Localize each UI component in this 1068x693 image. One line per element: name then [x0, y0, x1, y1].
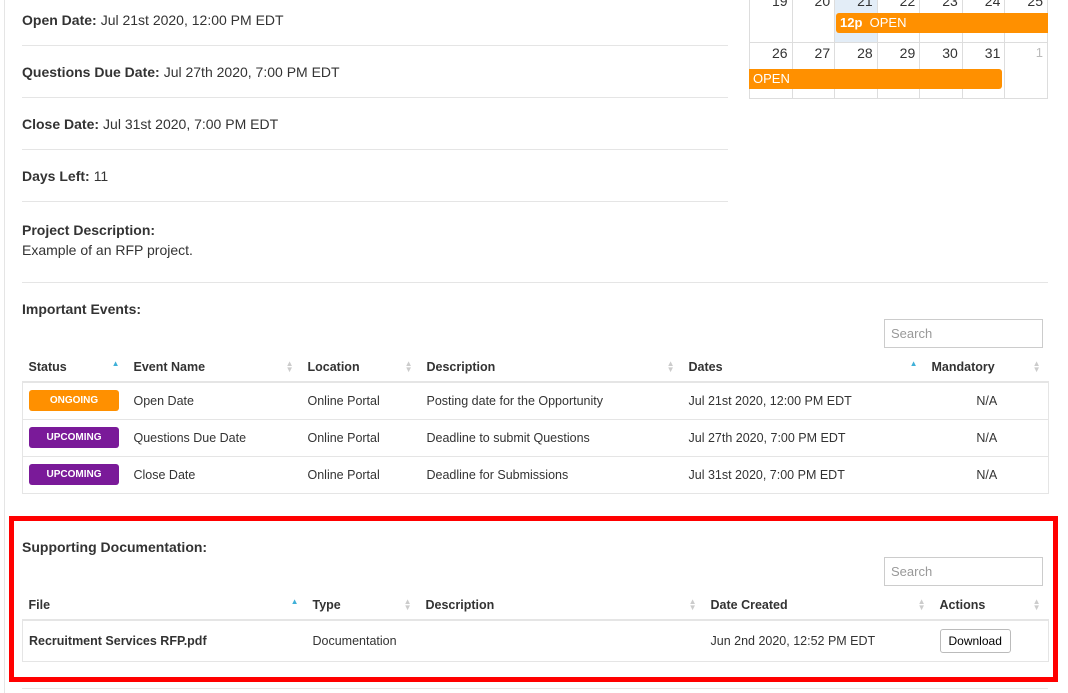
- doc-description: [419, 619, 705, 662]
- col-file[interactable]: File ▲: [22, 590, 307, 621]
- divider: [22, 688, 1048, 689]
- docs-table: File ▲ Type ▲ ▼ Description ▲ ▼ Date Created ▲…: [22, 590, 1049, 662]
- header-label: Location: [307, 359, 360, 374]
- close-date: Close Date: Jul 31st 2020, 7:00 PM EDT: [22, 98, 728, 150]
- questions-due-date: Questions Due Date: Jul 27th 2020, 7:00 P…: [22, 46, 728, 98]
- open-date: Open Date: Jul 21st 2020, 12:00 PM EDT: [22, 0, 728, 46]
- day[interactable]: 20: [791, 0, 836, 43]
- table-row: UPCOMING Close Date Online Portal Deadline …: [22, 455, 1049, 494]
- calendar-event[interactable]: OPEN: [749, 69, 1002, 89]
- mandatory: N/A: [925, 418, 1049, 456]
- status-badge: ONGOING: [29, 390, 119, 412]
- event-name: Open Date: [127, 381, 302, 419]
- project-info: Open Date: Jul 21st 2020, 12:00 PM EDT Qu…: [22, 0, 728, 202]
- col-dates[interactable]: Dates ▲: [682, 352, 926, 383]
- header-label: Mandatory: [931, 359, 995, 374]
- col-date-created[interactable]: Date Created ▲ ▼: [704, 590, 934, 621]
- value: Example of an RFP project.: [22, 242, 193, 258]
- date-created: Jun 2nd 2020, 12:52 PM EDT: [704, 619, 934, 662]
- events-search-input[interactable]: Search: [884, 319, 1043, 348]
- event-title: OPEN: [869, 15, 907, 30]
- sort-icon: ▲ ▼: [1032, 597, 1041, 612]
- location: Online Portal: [301, 455, 421, 494]
- sort-icon: ▲ ▼: [917, 597, 926, 612]
- sort-asc-icon: ▲: [290, 597, 299, 606]
- docs-title: Supporting Documentation:: [22, 539, 208, 555]
- label: Project Description:: [22, 222, 156, 238]
- project-description: Project Description: Example of an RFP p…: [22, 220, 193, 260]
- sort-icon: ▲ ▼: [404, 359, 413, 374]
- event-description: Deadline for Submissions: [420, 455, 683, 494]
- label: Questions Due Date:: [22, 63, 160, 80]
- table-row: UPCOMING Questions Due Date Online Portal D…: [22, 418, 1049, 456]
- col-actions[interactable]: Actions ▲ ▼: [933, 590, 1049, 621]
- sort-icon: ▲ ▼: [1032, 359, 1041, 374]
- location: Online Portal: [301, 381, 421, 419]
- events-title: Important Events:: [22, 301, 142, 317]
- event-description: Deadline to submit Questions: [420, 418, 683, 456]
- table-row: ONGOING Open Date Online Portal Posting dat…: [22, 381, 1049, 419]
- events-table: Status ▲ Event Name ▲ ▼ Location ▲ ▼ Descript…: [22, 352, 1049, 494]
- col-status[interactable]: Status ▲: [22, 352, 128, 383]
- sort-asc-icon: ▲: [909, 359, 918, 368]
- table-row: Recruitment Services RFP.pdf Documentati…: [22, 619, 1049, 662]
- label: Days Left:: [22, 167, 90, 184]
- file-name[interactable]: Recruitment Services RFP.pdf: [22, 619, 307, 662]
- col-event-name[interactable]: Event Name ▲ ▼: [127, 352, 302, 383]
- header-label: Type: [312, 597, 341, 612]
- doc-type: Documentation: [306, 619, 420, 662]
- header-label: File: [28, 597, 51, 612]
- sort-icon: ▲ ▼: [666, 359, 675, 374]
- download-button[interactable]: Download: [939, 628, 1011, 653]
- mandatory: N/A: [925, 381, 1049, 419]
- header-label: Date Created: [710, 597, 788, 612]
- status-cell: ONGOING: [22, 381, 128, 419]
- docs-search-input[interactable]: Search: [884, 557, 1043, 586]
- event-name: Questions Due Date: [127, 418, 302, 456]
- event-dates: Jul 31st 2020, 7:00 PM EDT: [682, 455, 926, 494]
- calendar-event[interactable]: 12p OPEN: [836, 13, 1048, 33]
- status-cell: UPCOMING: [22, 455, 128, 494]
- day-other-month[interactable]: 1: [1004, 42, 1048, 99]
- sort-icon: ▲ ▼: [403, 597, 412, 612]
- value: Jul 27th 2020, 7:00 PM EDT: [163, 63, 340, 80]
- event-time: 12p: [840, 15, 863, 30]
- calendar: 19 20 21 22 23 24 25 26 27 28 29 30 31 1…: [749, 0, 1048, 99]
- day[interactable]: 19: [749, 0, 793, 43]
- value: 11: [93, 167, 109, 184]
- header-label: Status: [28, 359, 67, 374]
- days-left: Days Left: 11: [22, 150, 728, 202]
- col-description[interactable]: Description ▲ ▼: [419, 590, 705, 621]
- label: Open Date:: [22, 11, 97, 28]
- col-mandatory[interactable]: Mandatory ▲ ▼: [925, 352, 1049, 383]
- location: Online Portal: [301, 418, 421, 456]
- col-location[interactable]: Location ▲ ▼: [301, 352, 421, 383]
- value: Jul 21st 2020, 12:00 PM EDT: [100, 11, 284, 28]
- col-type[interactable]: Type ▲ ▼: [306, 590, 420, 621]
- header-label: Event Name: [133, 359, 206, 374]
- event-name: Close Date: [127, 455, 302, 494]
- header-label: Description: [426, 359, 496, 374]
- status-badge: UPCOMING: [29, 464, 119, 485]
- divider: [22, 282, 1048, 283]
- label: Close Date:: [22, 115, 100, 132]
- col-description[interactable]: Description ▲ ▼: [420, 352, 683, 383]
- sort-icon: ▲ ▼: [688, 597, 697, 612]
- status-badge: UPCOMING: [29, 427, 119, 448]
- actions-cell: Download: [933, 619, 1049, 662]
- event-dates: Jul 27th 2020, 7:00 PM EDT: [682, 418, 926, 456]
- header-label: Dates: [688, 359, 723, 374]
- panel-border: [4, 0, 5, 693]
- event-dates: Jul 21st 2020, 12:00 PM EDT: [682, 381, 926, 419]
- header-label: Description: [425, 597, 495, 612]
- event-description: Posting date for the Opportunity: [420, 381, 683, 419]
- mandatory: N/A: [925, 455, 1049, 494]
- sort-asc-icon: ▲: [111, 359, 120, 368]
- status-cell: UPCOMING: [22, 418, 128, 456]
- sort-icon: ▲ ▼: [285, 359, 294, 374]
- value: Jul 31st 2020, 7:00 PM EDT: [103, 115, 279, 132]
- header-label: Actions: [939, 597, 986, 612]
- event-title: OPEN: [753, 71, 790, 86]
